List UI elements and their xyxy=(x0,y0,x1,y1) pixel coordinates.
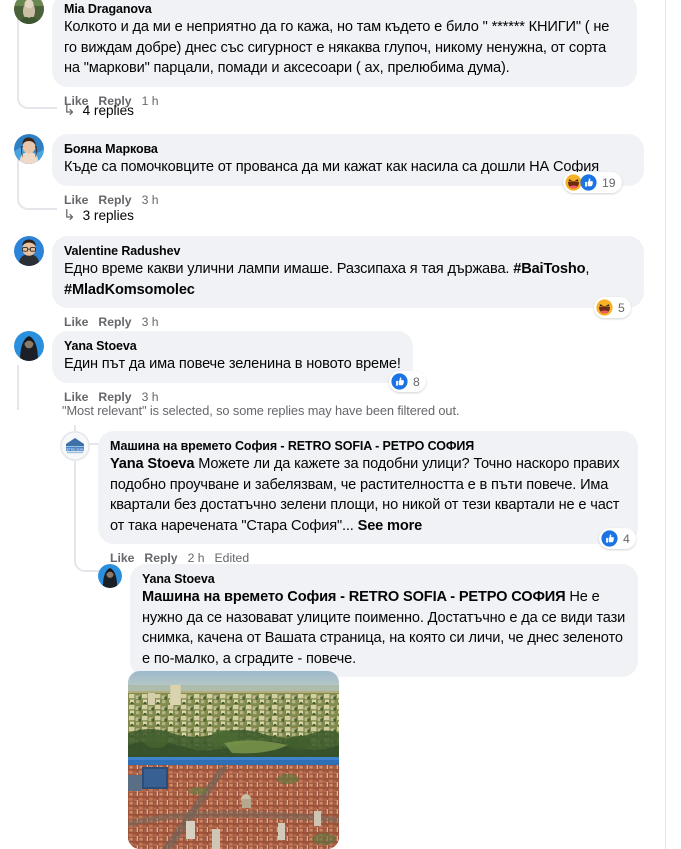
mention-yana-stoeva[interactable]: Yana Stoeva xyxy=(110,456,194,472)
see-more-link[interactable]: See more xyxy=(358,518,423,534)
reaction-pill-comment-2[interactable]: 19 xyxy=(563,172,622,193)
comment-author[interactable]: Valentine Radushev xyxy=(64,243,632,259)
comment-author[interactable]: Yana Stoeva xyxy=(64,338,401,354)
reaction-count: 8 xyxy=(413,374,420,389)
aerial-city-photo xyxy=(128,671,339,849)
comments-thread-panel: Mia Draganova Колкото и да ми е неприятн… xyxy=(0,0,681,849)
attached-photo[interactable] xyxy=(128,671,339,849)
avatar-image xyxy=(14,331,44,361)
reply-arrow-icon: ↳ xyxy=(63,207,76,224)
timestamp[interactable]: 1 h xyxy=(142,93,159,109)
like-icon xyxy=(601,530,618,547)
comment-bubble: Mia Draganova Колкото и да ми е неприятн… xyxy=(52,0,637,87)
view-replies-link-1[interactable]: ↳ 4 replies xyxy=(63,101,134,119)
avatar-image xyxy=(14,134,44,164)
comment-author[interactable]: Mia Draganova xyxy=(64,1,625,17)
comment-actions: Like Reply 3 h xyxy=(52,186,644,208)
hashtag-baitosho[interactable]: #BaiTosho xyxy=(513,261,585,277)
reply-author[interactable]: Машина на времето София - RETRO SOFIA - … xyxy=(110,438,626,454)
filter-notice: "Most relevant" is selected, so some rep… xyxy=(62,403,460,418)
page-avatar[interactable]: RETRO SOFIA xyxy=(60,431,90,461)
reaction-pill-reply-1[interactable]: 4 xyxy=(599,528,636,549)
avatar[interactable] xyxy=(98,564,122,588)
comment-text: Къде са помочковците от прованса да ми к… xyxy=(64,159,599,175)
avatar-image xyxy=(14,236,44,266)
reply-text: Yana Stoeva Можете ли да кажете за подоб… xyxy=(110,454,626,536)
reply-author[interactable]: Yana Stoeva xyxy=(142,571,626,587)
reaction-pill-comment-3[interactable]: 5 xyxy=(594,297,631,318)
comment-text-part: Едно време какви улични лампи имаше. Раз… xyxy=(64,261,514,277)
avatar-image xyxy=(14,0,44,24)
comment-actions: Like Reply 3 h xyxy=(52,383,644,405)
comment-mia-draganova: Mia Draganova Колкото и да ми е неприятн… xyxy=(14,0,644,109)
mention-retro-sofia[interactable]: Машина на времето София - RETRO SOFIA - … xyxy=(142,589,566,605)
comment-yana-stoeva: Yana Stoeva Един път да има повече зелен… xyxy=(14,331,644,405)
avatar[interactable] xyxy=(14,236,44,266)
like-button[interactable]: Like xyxy=(64,314,88,330)
avatar[interactable] xyxy=(14,134,44,164)
comment-text: Един път да има повече зеленина в новото… xyxy=(64,356,401,372)
comment-valentine-radushev: Valentine Radushev Едно време какви улич… xyxy=(14,236,644,330)
svg-text:RETRO SOFIA: RETRO SOFIA xyxy=(65,447,87,451)
replies-count-label: 4 replies xyxy=(82,102,134,118)
comment-actions: Like Reply 3 h xyxy=(52,308,644,330)
avatar[interactable] xyxy=(14,0,44,24)
comment-bubble: Valentine Radushev Едно време какви улич… xyxy=(52,236,644,308)
like-icon xyxy=(580,174,597,191)
comment-actions: Like Reply 1 h xyxy=(52,87,642,109)
reply-yana-stoeva: Yana Stoeva Машина на времето София - RE… xyxy=(98,564,643,677)
reply-retro-sofia-page: RETRO SOFIA Машина на времето София - RE… xyxy=(60,431,640,566)
comment-text-sep: , xyxy=(585,261,590,277)
comment-bubble: Бояна Маркова Къде са помочковците от пр… xyxy=(52,134,644,186)
comment-boyana-markova: Бояна Маркова Къде са помочковците от пр… xyxy=(14,134,644,208)
like-icon xyxy=(391,373,408,390)
comment-text: Колкото и да ми е неприятно да го кажа, … xyxy=(64,19,610,76)
reaction-pill-comment-4[interactable]: 8 xyxy=(389,371,426,392)
avatar-image xyxy=(98,564,122,588)
replies-count-label: 3 replies xyxy=(82,207,134,223)
avatar-image: RETRO SOFIA xyxy=(60,431,90,461)
comment-author[interactable]: Бояна Маркова xyxy=(64,141,632,157)
reply-arrow-icon: ↳ xyxy=(63,102,76,119)
reaction-count: 5 xyxy=(618,300,625,315)
haha-icon xyxy=(596,299,613,316)
reply-bubble: Yana Stoeva Машина на времето София - RE… xyxy=(130,564,638,677)
reaction-count: 4 xyxy=(623,531,630,546)
avatar[interactable] xyxy=(14,331,44,361)
reply-bubble: Машина на времето София - RETRO SOFIA - … xyxy=(98,431,638,544)
timestamp[interactable]: 3 h xyxy=(142,192,159,208)
reply-button[interactable]: Reply xyxy=(98,314,131,330)
timestamp[interactable]: 3 h xyxy=(142,314,159,330)
comment-text: Едно време какви улични лампи имаше. Раз… xyxy=(64,259,632,300)
right-edge-gutter xyxy=(666,0,681,849)
hashtag-mladkomsomolec[interactable]: #MladKomsomolec xyxy=(64,282,195,298)
reply-actions: Like Reply 2 h Edited xyxy=(98,544,640,566)
view-replies-link-2[interactable]: ↳ 3 replies xyxy=(63,206,134,224)
reaction-count: 19 xyxy=(602,175,616,190)
comment-bubble: Yana Stoeva Един път да има повече зелен… xyxy=(52,331,413,383)
reply-text: Машина на времето София - RETRO SOFIA - … xyxy=(142,587,626,669)
